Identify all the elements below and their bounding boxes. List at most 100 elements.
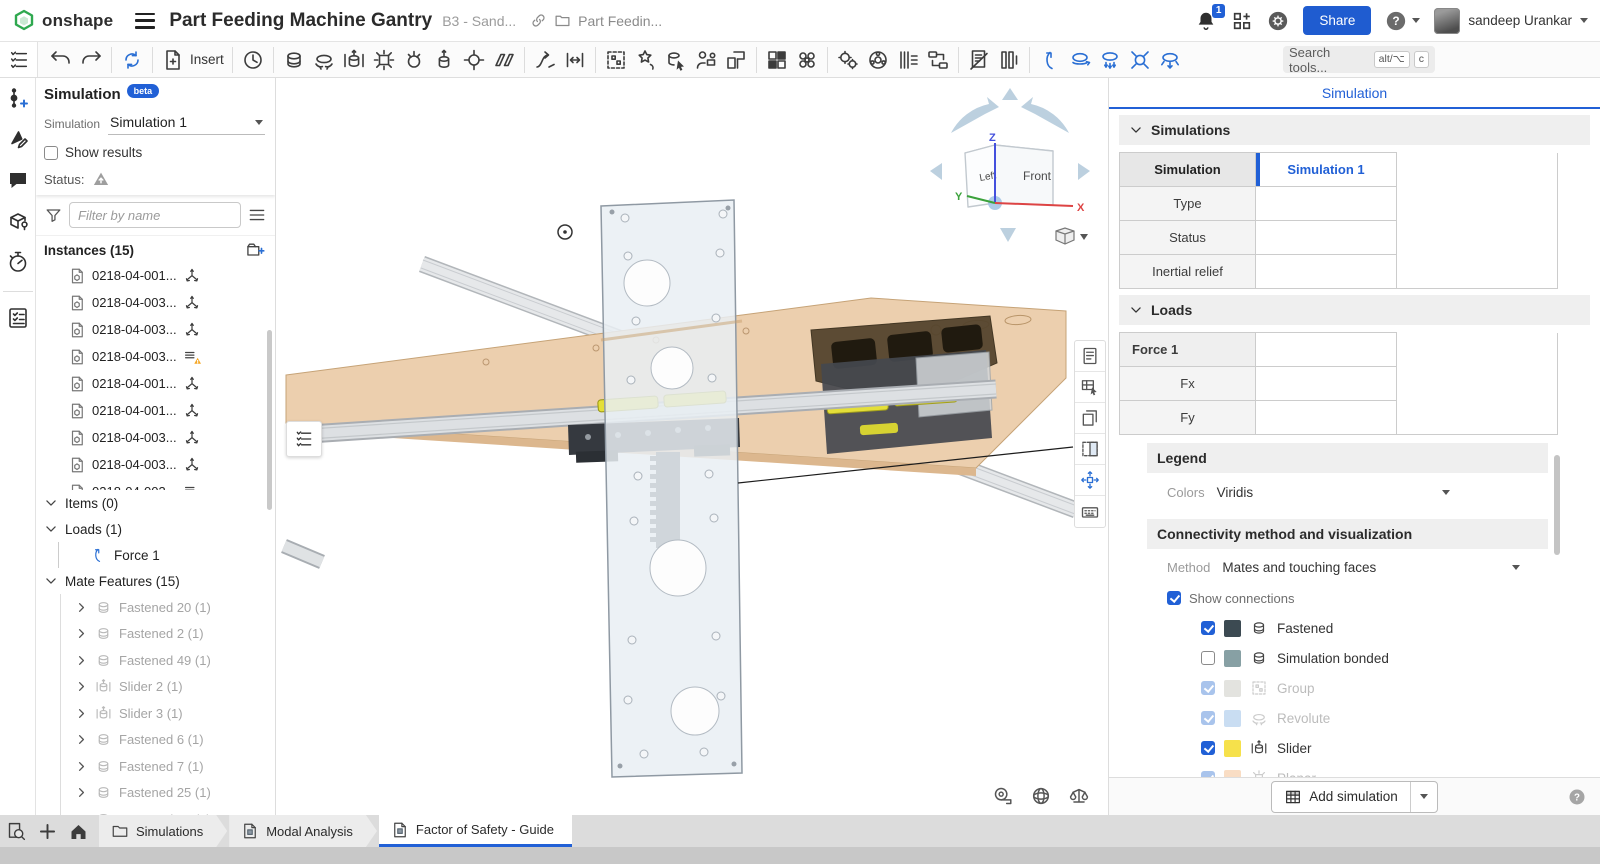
toolbar-button[interactable] (309, 45, 339, 75)
viewport-tool-button[interactable] (1075, 434, 1105, 465)
mate-feature-row[interactable]: Slider 3 (1) (61, 700, 275, 727)
viewport-tool-button[interactable] (1075, 403, 1105, 434)
add-tab-icon[interactable] (37, 821, 58, 842)
toolbar-button[interactable] (76, 45, 106, 75)
onshape-logo[interactable]: onshape (12, 9, 113, 33)
viewport-tool-button[interactable] (1075, 372, 1105, 403)
help-menu[interactable]: ? (1385, 10, 1420, 32)
toolbar-button[interactable] (923, 45, 953, 75)
viewport-tool-button[interactable] (1075, 465, 1105, 496)
notifications-button[interactable]: 1 (1195, 10, 1217, 32)
user-menu[interactable]: sandeep Urankar (1434, 8, 1588, 34)
mate-feature-row[interactable]: Fastened 6 (1) (61, 727, 275, 754)
mate-feature-row[interactable]: Fastened 2 (1) (61, 621, 275, 648)
instance-row[interactable]: 0218-04-003... (36, 316, 275, 343)
colors-value[interactable]: Viridis (1217, 485, 1254, 500)
toolbar-button[interactable] (117, 45, 147, 75)
toolbar-button[interactable] (994, 45, 1024, 75)
toolbar-button[interactable] (459, 45, 489, 75)
workspace-tab[interactable]: Modal Analysis (229, 815, 377, 847)
toolbar-button[interactable] (661, 45, 691, 75)
toolbar-button[interactable] (601, 45, 631, 75)
bottom-scroll-strip[interactable] (0, 847, 1600, 864)
toolbar-button[interactable] (792, 45, 822, 75)
toolbar-button[interactable] (893, 45, 923, 75)
toolbar-button[interactable] (399, 45, 429, 75)
add-simulation-button[interactable]: Add simulation (1271, 781, 1438, 813)
toolbar-button[interactable] (238, 45, 268, 75)
toolbar-button[interactable] (721, 45, 751, 75)
show-connections-checkbox[interactable]: Show connections (1167, 585, 1600, 611)
sidebar-tool-button[interactable] (6, 127, 30, 151)
mate-feature-row[interactable]: Slider 2 (1) (61, 674, 275, 701)
instance-row[interactable]: 0218-04-003... (36, 478, 275, 490)
connection-checkbox[interactable] (1201, 651, 1215, 665)
share-button[interactable]: Share (1303, 6, 1371, 35)
mate-feature-row[interactable]: Fastened 20 (1) (61, 594, 275, 621)
view-menu-button[interactable] (1056, 228, 1088, 244)
legend-section-header[interactable]: Legend (1147, 443, 1548, 473)
sidebar-tool-button[interactable] (6, 250, 30, 274)
viewport-measure-button[interactable] (992, 785, 1014, 807)
mate-features-section-header[interactable]: Mate Features (15) (36, 568, 275, 594)
vertical-plate[interactable] (601, 200, 742, 777)
toolbar-button[interactable] (279, 45, 309, 75)
sidebar-tool-button[interactable] (6, 86, 30, 110)
row-value[interactable]: 3 kN (1256, 401, 1397, 435)
checkbox[interactable] (1167, 591, 1181, 605)
toolbar-button[interactable] (1065, 45, 1095, 75)
add-simulation-dropdown[interactable] (1410, 782, 1437, 812)
toolbar-button[interactable] (1095, 45, 1125, 75)
row-value[interactable] (1256, 333, 1397, 367)
add-instance-icon[interactable] (245, 240, 265, 260)
connectivity-section-header[interactable]: Connectivity method and visualization (1147, 519, 1548, 549)
checkbox[interactable] (44, 146, 58, 160)
mate-feature-row[interactable]: Fastened 7 (1) (61, 753, 275, 780)
instance-row[interactable]: 0218-04-001... (36, 397, 275, 424)
connection-checkbox[interactable] (1201, 681, 1215, 695)
simulation-select[interactable]: Simulation 1 (108, 112, 265, 135)
toolbar-button[interactable] (429, 45, 459, 75)
method-caret-icon[interactable] (1512, 565, 1520, 570)
show-results-checkbox[interactable]: Show results (44, 145, 265, 160)
instance-row[interactable]: 0218-04-003... (36, 424, 275, 451)
sidebar-tool-button[interactable] (6, 209, 30, 233)
instance-row[interactable]: 0218-04-003... (36, 289, 275, 316)
row-value[interactable] (1256, 255, 1397, 289)
link-icon[interactable] (530, 12, 547, 29)
search-tools-input[interactable]: Search tools... alt/⌥ c (1283, 46, 1435, 73)
toolbar-button[interactable]: Insert (158, 45, 227, 75)
colors-caret-icon[interactable] (1442, 490, 1450, 495)
connection-checkbox[interactable] (1201, 741, 1215, 755)
instance-row[interactable]: 0218-04-003... (36, 451, 275, 478)
folder-icon[interactable] (554, 12, 571, 29)
mate-feature-row[interactable]: Fastened 25 (1) (61, 780, 275, 807)
toolbar-button[interactable] (691, 45, 721, 75)
toolbar-button[interactable] (833, 45, 863, 75)
feature-list-float-button[interactable] (286, 421, 322, 457)
viewport-measure-button[interactable] (1030, 785, 1052, 807)
simulations-section-header[interactable]: Simulations (1119, 115, 1590, 145)
instance-row[interactable]: 0218-04-003... (36, 343, 275, 370)
sidebar-tool-button[interactable] (3, 291, 33, 330)
row-value[interactable]: Linear static (1256, 187, 1397, 221)
rail-stub[interactable] (284, 546, 322, 562)
toolbar-button[interactable] (863, 45, 893, 75)
viewport-measure-button[interactable] (1068, 785, 1090, 807)
toolbar-button[interactable] (530, 45, 560, 75)
view-cube[interactable]: Left Front Z Y X (925, 85, 1095, 255)
right-panel-scrollbar[interactable] (1554, 455, 1560, 555)
connection-checkbox[interactable] (1201, 711, 1215, 725)
filter-input[interactable] (69, 202, 241, 228)
method-value[interactable]: Mates and touching faces (1222, 560, 1376, 575)
toolbar-button[interactable] (1125, 45, 1155, 75)
toolbar-button[interactable] (631, 45, 661, 75)
toolbar-button[interactable] (339, 45, 369, 75)
sidebar-tool-button[interactable] (6, 168, 30, 192)
search-tabs-icon[interactable] (6, 821, 27, 842)
filter-icon[interactable] (44, 206, 63, 225)
toolbar-button[interactable] (1035, 45, 1065, 75)
force-item[interactable]: Force 1 (58, 542, 275, 568)
mate-feature-row[interactable]: Fastened 49 (1) (61, 647, 275, 674)
viewport-tool-button[interactable] (1075, 341, 1105, 372)
